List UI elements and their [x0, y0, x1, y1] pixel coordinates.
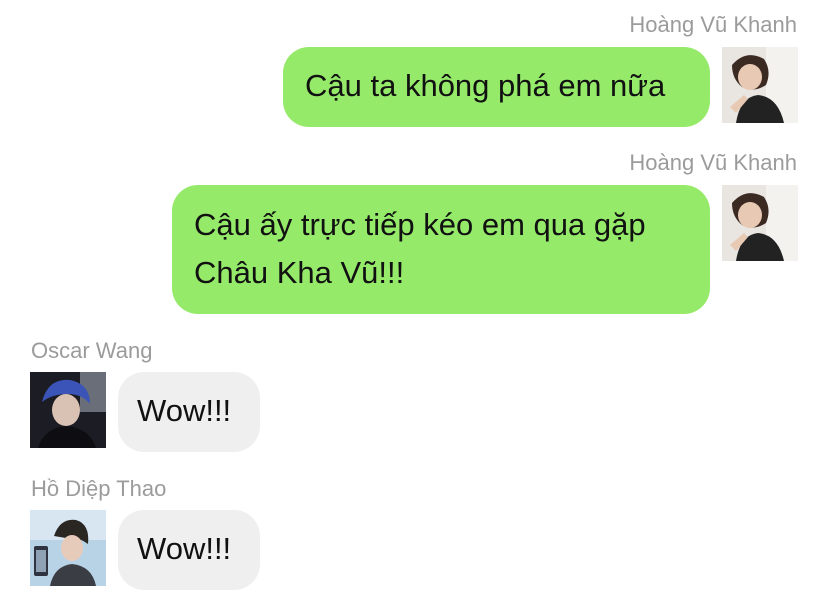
message-bubble[interactable]: Wow!!! — [118, 510, 260, 590]
message-bubble[interactable]: Wow!!! — [118, 372, 260, 452]
avatar-oscar-wang[interactable] — [30, 372, 106, 448]
message-bubble[interactable]: Cậu ta không phá em nữa — [283, 47, 710, 127]
sender-name: Hoàng Vũ Khanh — [629, 150, 797, 175]
person-photo-icon — [722, 185, 798, 261]
sender-name: Hồ Diệp Thao — [31, 476, 167, 501]
sender-name: Hoàng Vũ Khanh — [629, 12, 797, 37]
person-photo-icon — [30, 372, 106, 448]
avatar-hoang-vu-khanh[interactable] — [722, 47, 798, 123]
chat-thread: Hoàng Vũ Khanh Cậu ta không phá em nữa H… — [0, 0, 828, 600]
avatar-hoang-vu-khanh[interactable] — [722, 185, 798, 261]
message-bubble[interactable]: Cậu ấy trực tiếp kéo em qua gặp Châu Kha… — [172, 185, 710, 314]
avatar-ho-diep-thao[interactable] — [30, 510, 106, 586]
sender-name: Oscar Wang — [31, 338, 153, 363]
person-photo-icon — [30, 510, 106, 586]
person-photo-icon — [722, 47, 798, 123]
